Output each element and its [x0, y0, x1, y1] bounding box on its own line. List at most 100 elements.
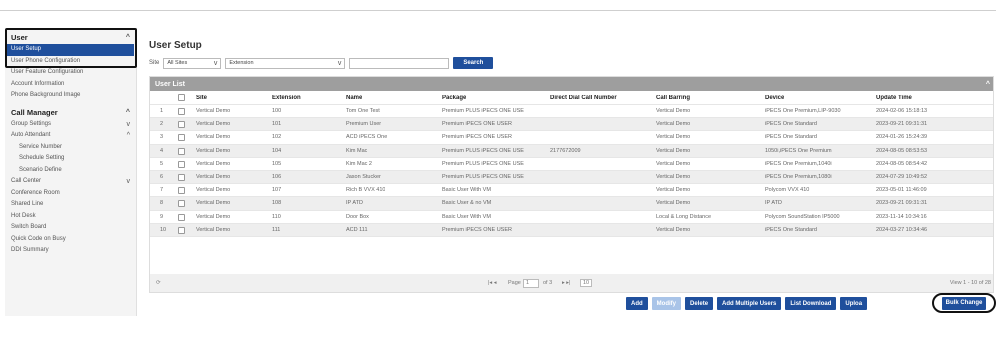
- cell-n: 2: [160, 121, 164, 128]
- per-page-select[interactable]: 10: [580, 279, 593, 287]
- next-last-page-icons[interactable]: ▸ ▸|: [562, 280, 570, 286]
- col-direct-dial[interactable]: Direct Dial Call Number: [550, 95, 617, 101]
- row-checkbox[interactable]: [178, 160, 185, 168]
- sidebar-item-cm[interactable]: DDI Summary: [5, 245, 136, 257]
- sidebar-item-cm[interactable]: Group Settings v: [5, 119, 136, 131]
- cell-barring: Vertical Demo: [656, 200, 691, 207]
- cell-barring: Vertical Demo: [656, 174, 691, 181]
- cell-barring: Vertical Demo: [656, 187, 691, 194]
- row-checkbox[interactable]: [178, 121, 185, 129]
- sidebar-item-cm[interactable]: Call Center v: [5, 176, 136, 188]
- sidebar-item-user-phone-configuration[interactable]: User Phone Configuration: [5, 56, 136, 68]
- cell-name: ACD 111: [346, 226, 368, 233]
- first-prev-page-icons[interactable]: |◂ ◂: [488, 280, 496, 286]
- search-button[interactable]: Search: [453, 57, 494, 69]
- sidebar-item-user-setup[interactable]: User Setup: [7, 44, 134, 56]
- col-site[interactable]: Site: [196, 95, 207, 101]
- table-row[interactable]: 6 Vertical Demo 106 Jason Stucker Premium PL…: [150, 170, 993, 185]
- row-checkbox[interactable]: [178, 134, 185, 142]
- row-checkbox[interactable]: [178, 200, 185, 208]
- row-checkbox[interactable]: [178, 213, 185, 221]
- action-bar: Add Modify Delete Add Multiple Users Lis…: [626, 297, 868, 310]
- refresh-icon[interactable]: ⟳: [156, 280, 161, 286]
- delete-button[interactable]: Delete: [685, 297, 714, 310]
- sidebar-item-label: User Setup: [11, 46, 42, 52]
- search-input[interactable]: [349, 57, 450, 69]
- table-row[interactable]: 8 Vertical Demo 108 IP ATD Basic User & no V…: [150, 197, 993, 211]
- sidebar-item-account-information[interactable]: Account Information: [5, 79, 136, 91]
- page-input[interactable]: 1: [523, 278, 539, 288]
- cell-device: iPECS One Standard: [765, 134, 817, 141]
- cell-ext: 105: [272, 160, 282, 167]
- cell-name: Tom One Test: [346, 108, 380, 115]
- col-update-time[interactable]: Update Time: [876, 95, 912, 101]
- modify-button[interactable]: Modify: [651, 297, 682, 310]
- sidebar-item-cm[interactable]: Schedule Setting: [5, 153, 136, 165]
- sidebar-item-cm[interactable]: Hot Desk: [5, 211, 136, 223]
- sidebar-item-cm[interactable]: Conference Room: [5, 188, 136, 200]
- filter-bar: Site All Sites v Extension v Search: [149, 57, 494, 69]
- cell-name: Premium User: [346, 121, 382, 128]
- table-row[interactable]: 3 Vertical Demo 102 ACD iPECS One Premium iP…: [150, 131, 993, 145]
- table-row[interactable]: 7 Vertical Demo 107 Rich B VVX 410 Basic Use…: [150, 184, 993, 198]
- table-row[interactable]: 5 Vertical Demo 105 Kim Mac 2 Premium PLUS i…: [150, 158, 993, 171]
- col-extension[interactable]: Extension: [272, 95, 301, 101]
- page-count: of 3: [543, 280, 553, 286]
- row-checkbox[interactable]: [178, 173, 185, 181]
- cell-package: Premium PLUS iPECS ONE USE: [442, 147, 524, 154]
- bulk-change-button[interactable]: Bulk Change: [941, 296, 987, 310]
- sidebar-item-label: Service Number: [19, 143, 63, 150]
- sidebar-item-cm[interactable]: Auto Attendant ^: [5, 130, 136, 142]
- cell-name: Jason Stucker: [346, 174, 381, 181]
- cell-ext: 108: [272, 200, 282, 207]
- chevron-up-icon[interactable]: ^: [986, 81, 990, 88]
- cell-n: 10: [160, 226, 167, 233]
- cell-barring: Vertical Demo: [656, 121, 691, 128]
- cell-ext: 102: [272, 134, 282, 141]
- table-row[interactable]: 2 Vertical Demo 101 Premium User Premium iPE…: [150, 118, 993, 132]
- sidebar-item-cm[interactable]: Scenario Define: [5, 165, 136, 177]
- cell-updated: 2023-05-01 11:46:09: [876, 187, 927, 194]
- add-multiple-users-button[interactable]: Add Multiple Users: [717, 297, 782, 310]
- sidebar-item-cm[interactable]: Quick Code on Busy: [5, 234, 136, 246]
- cell-ddi: 2177672009: [550, 147, 581, 154]
- chevron-up-icon: ^: [125, 108, 130, 116]
- cell-package: Premium iPECS ONE USER: [442, 121, 512, 128]
- col-package[interactable]: Package: [442, 95, 466, 101]
- table-row[interactable]: 9 Vertical Demo 110 Door Box Basic User With…: [150, 211, 993, 224]
- list-download-button[interactable]: List Download: [785, 297, 837, 310]
- sidebar-item-cm[interactable]: Shared Line: [5, 199, 136, 211]
- sidebar-item-user-feature-configuration[interactable]: User Feature Configuration: [5, 67, 136, 79]
- site-select[interactable]: All Sites v: [163, 57, 222, 69]
- select-all-checkbox[interactable]: [178, 94, 185, 101]
- col-call-barring[interactable]: Call Barring: [656, 95, 690, 101]
- user-list-header: User List ^: [150, 77, 993, 91]
- sidebar-item-label: Switch Board: [11, 224, 47, 230]
- cell-n: 1: [160, 108, 164, 115]
- table-row[interactable]: 4 Vertical Demo 104 Kim Mac Premium PLUS iPE…: [150, 144, 993, 158]
- sidebar-section-label: Call Manager: [11, 107, 58, 117]
- cell-site: Vertical Demo: [196, 121, 231, 128]
- add-button[interactable]: Add: [626, 297, 648, 310]
- col-device[interactable]: Device: [765, 95, 784, 101]
- row-checkbox[interactable]: [178, 226, 185, 234]
- table-row[interactable]: 10 Vertical Demo 111 ACD 111 Premium iPECS O…: [150, 223, 993, 237]
- sidebar-item-phone-background-image[interactable]: Phone Background Image: [5, 90, 136, 102]
- sidebar-item-cm[interactable]: Switch Board: [5, 222, 136, 234]
- cell-barring: Vertical Demo: [656, 108, 691, 115]
- sidebar-section-user[interactable]: User ^: [5, 31, 136, 44]
- row-checkbox[interactable]: [178, 108, 185, 115]
- cell-n: 9: [160, 213, 164, 220]
- row-checkbox[interactable]: [178, 187, 185, 195]
- row-checkbox[interactable]: [178, 147, 185, 155]
- cell-device: Polycom VVX 410: [765, 187, 810, 194]
- sidebar-item-cm[interactable]: Service Number: [5, 142, 136, 154]
- col-name[interactable]: Name: [346, 95, 362, 101]
- upload-button[interactable]: Uploa: [840, 297, 868, 310]
- page-label: Page: [508, 280, 521, 286]
- table-row[interactable]: 1 Vertical Demo 100 Tom One Test Premium PLU…: [150, 105, 993, 119]
- search-field-select[interactable]: Extension v: [225, 57, 346, 69]
- sidebar-item-label: Conference Room: [11, 189, 60, 196]
- sidebar-section-call-manager[interactable]: Call Manager ^: [5, 106, 136, 119]
- cell-site: Vertical Demo: [196, 134, 231, 141]
